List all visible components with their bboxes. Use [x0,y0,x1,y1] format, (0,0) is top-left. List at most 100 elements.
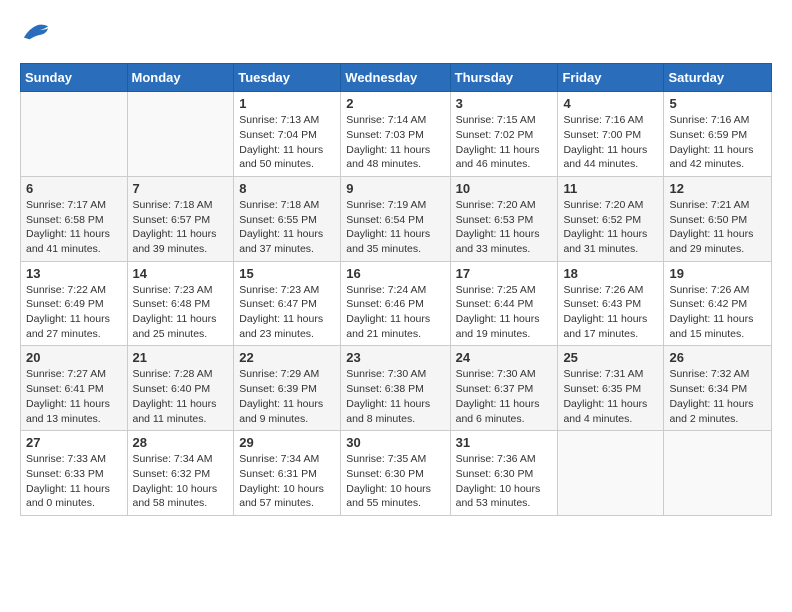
day-info: Sunrise: 7:13 AM Sunset: 7:04 PM Dayligh… [239,113,335,172]
day-info: Sunrise: 7:35 AM Sunset: 6:30 PM Dayligh… [346,452,444,511]
calendar-cell: 30 Sunrise: 7:35 AM Sunset: 6:30 PM Dayli… [341,431,450,516]
day-number: 8 [239,181,335,196]
day-info: Sunrise: 7:28 AM Sunset: 6:40 PM Dayligh… [133,367,229,426]
weekday-header: Monday [127,64,234,92]
day-number: 26 [669,350,766,365]
day-info: Sunrise: 7:16 AM Sunset: 7:00 PM Dayligh… [563,113,658,172]
day-number: 12 [669,181,766,196]
page: SundayMondayTuesdayWednesdayThursdayFrid… [0,0,792,526]
day-info: Sunrise: 7:26 AM Sunset: 6:43 PM Dayligh… [563,283,658,342]
day-info: Sunrise: 7:34 AM Sunset: 6:31 PM Dayligh… [239,452,335,511]
day-info: Sunrise: 7:16 AM Sunset: 6:59 PM Dayligh… [669,113,766,172]
calendar-cell [558,431,664,516]
day-info: Sunrise: 7:32 AM Sunset: 6:34 PM Dayligh… [669,367,766,426]
day-info: Sunrise: 7:24 AM Sunset: 6:46 PM Dayligh… [346,283,444,342]
calendar-cell: 9 Sunrise: 7:19 AM Sunset: 6:54 PM Daylig… [341,176,450,261]
calendar-week-row: 1 Sunrise: 7:13 AM Sunset: 7:04 PM Daylig… [21,92,772,177]
calendar-cell: 1 Sunrise: 7:13 AM Sunset: 7:04 PM Daylig… [234,92,341,177]
calendar-cell: 25 Sunrise: 7:31 AM Sunset: 6:35 PM Dayli… [558,346,664,431]
weekday-header: Tuesday [234,64,341,92]
calendar-cell: 15 Sunrise: 7:23 AM Sunset: 6:47 PM Dayli… [234,261,341,346]
day-number: 6 [26,181,122,196]
calendar-cell: 5 Sunrise: 7:16 AM Sunset: 6:59 PM Daylig… [664,92,772,177]
calendar-cell: 27 Sunrise: 7:33 AM Sunset: 6:33 PM Dayli… [21,431,128,516]
calendar-cell: 21 Sunrise: 7:28 AM Sunset: 6:40 PM Dayli… [127,346,234,431]
day-info: Sunrise: 7:18 AM Sunset: 6:55 PM Dayligh… [239,198,335,257]
day-number: 19 [669,266,766,281]
day-number: 1 [239,96,335,111]
day-info: Sunrise: 7:36 AM Sunset: 6:30 PM Dayligh… [456,452,553,511]
calendar-cell: 24Sunrise: 7:30 AM Sunset: 6:37 PM Dayli… [450,346,558,431]
calendar-cell: 7Sunrise: 7:18 AM Sunset: 6:57 PM Daylig… [127,176,234,261]
day-number: 21 [133,350,229,365]
weekday-header: Wednesday [341,64,450,92]
calendar-cell: 8 Sunrise: 7:18 AM Sunset: 6:55 PM Daylig… [234,176,341,261]
calendar-cell: 28Sunrise: 7:34 AM Sunset: 6:32 PM Dayli… [127,431,234,516]
calendar-cell [664,431,772,516]
day-number: 18 [563,266,658,281]
day-info: Sunrise: 7:20 AM Sunset: 6:53 PM Dayligh… [456,198,553,257]
calendar-cell: 19 Sunrise: 7:26 AM Sunset: 6:42 PM Dayli… [664,261,772,346]
weekday-header: Saturday [664,64,772,92]
day-info: Sunrise: 7:20 AM Sunset: 6:52 PM Dayligh… [563,198,658,257]
day-info: Sunrise: 7:21 AM Sunset: 6:50 PM Dayligh… [669,198,766,257]
calendar-week-row: 6 Sunrise: 7:17 AM Sunset: 6:58 PM Daylig… [21,176,772,261]
header [20,20,772,47]
calendar-cell: 23Sunrise: 7:30 AM Sunset: 6:38 PM Dayli… [341,346,450,431]
day-number: 14 [133,266,229,281]
day-info: Sunrise: 7:22 AM Sunset: 6:49 PM Dayligh… [26,283,122,342]
day-number: 17 [456,266,553,281]
logo-text [20,20,50,47]
day-number: 27 [26,435,122,450]
calendar-cell: 4 Sunrise: 7:16 AM Sunset: 7:00 PM Daylig… [558,92,664,177]
calendar-cell: 29Sunrise: 7:34 AM Sunset: 6:31 PM Dayli… [234,431,341,516]
calendar-cell: 13 Sunrise: 7:22 AM Sunset: 6:49 PM Dayli… [21,261,128,346]
day-info: Sunrise: 7:23 AM Sunset: 6:48 PM Dayligh… [133,283,229,342]
weekday-header: Thursday [450,64,558,92]
day-info: Sunrise: 7:26 AM Sunset: 6:42 PM Dayligh… [669,283,766,342]
day-info: Sunrise: 7:30 AM Sunset: 6:37 PM Dayligh… [456,367,553,426]
calendar-week-row: 13 Sunrise: 7:22 AM Sunset: 6:49 PM Dayli… [21,261,772,346]
day-number: 5 [669,96,766,111]
calendar-cell: 17 Sunrise: 7:25 AM Sunset: 6:44 PM Dayli… [450,261,558,346]
day-number: 16 [346,266,444,281]
calendar-cell: 6 Sunrise: 7:17 AM Sunset: 6:58 PM Daylig… [21,176,128,261]
calendar-cell: 18 Sunrise: 7:26 AM Sunset: 6:43 PM Dayli… [558,261,664,346]
day-info: Sunrise: 7:25 AM Sunset: 6:44 PM Dayligh… [456,283,553,342]
calendar-header-row: SundayMondayTuesdayWednesdayThursdayFrid… [21,64,772,92]
logo [20,20,50,47]
day-number: 3 [456,96,553,111]
day-number: 9 [346,181,444,196]
day-info: Sunrise: 7:17 AM Sunset: 6:58 PM Dayligh… [26,198,122,257]
day-number: 7 [133,181,229,196]
calendar-cell: 3Sunrise: 7:15 AM Sunset: 7:02 PM Daylig… [450,92,558,177]
weekday-header: Sunday [21,64,128,92]
calendar-cell [127,92,234,177]
calendar-cell: 10Sunrise: 7:20 AM Sunset: 6:53 PM Dayli… [450,176,558,261]
logo-bird-icon [22,20,50,42]
day-info: Sunrise: 7:31 AM Sunset: 6:35 PM Dayligh… [563,367,658,426]
day-info: Sunrise: 7:33 AM Sunset: 6:33 PM Dayligh… [26,452,122,511]
calendar-cell: 22 Sunrise: 7:29 AM Sunset: 6:39 PM Dayli… [234,346,341,431]
day-number: 30 [346,435,444,450]
calendar-week-row: 20Sunrise: 7:27 AM Sunset: 6:41 PM Dayli… [21,346,772,431]
calendar-week-row: 27 Sunrise: 7:33 AM Sunset: 6:33 PM Dayli… [21,431,772,516]
day-number: 15 [239,266,335,281]
day-number: 25 [563,350,658,365]
calendar-cell: 26 Sunrise: 7:32 AM Sunset: 6:34 PM Dayli… [664,346,772,431]
day-number: 23 [346,350,444,365]
day-info: Sunrise: 7:29 AM Sunset: 6:39 PM Dayligh… [239,367,335,426]
day-number: 13 [26,266,122,281]
calendar-cell: 11Sunrise: 7:20 AM Sunset: 6:52 PM Dayli… [558,176,664,261]
day-number: 22 [239,350,335,365]
day-number: 2 [346,96,444,111]
day-info: Sunrise: 7:19 AM Sunset: 6:54 PM Dayligh… [346,198,444,257]
calendar-cell: 14 Sunrise: 7:23 AM Sunset: 6:48 PM Dayli… [127,261,234,346]
calendar-table: SundayMondayTuesdayWednesdayThursdayFrid… [20,63,772,516]
day-number: 20 [26,350,122,365]
day-number: 4 [563,96,658,111]
calendar-cell [21,92,128,177]
day-info: Sunrise: 7:23 AM Sunset: 6:47 PM Dayligh… [239,283,335,342]
day-number: 28 [133,435,229,450]
calendar-cell: 16 Sunrise: 7:24 AM Sunset: 6:46 PM Dayli… [341,261,450,346]
